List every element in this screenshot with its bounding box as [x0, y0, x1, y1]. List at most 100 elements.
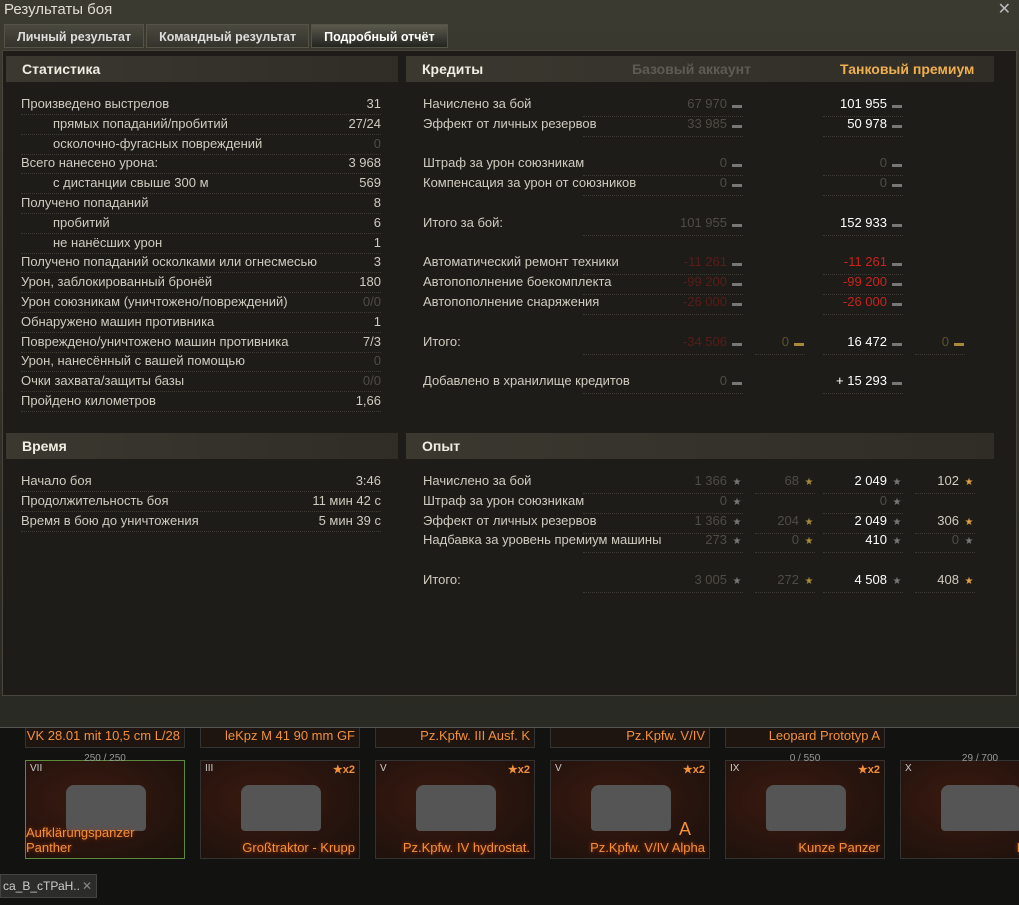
premium-xp-text: 2 049	[854, 473, 887, 488]
base-free-xp: 0 ★	[755, 530, 815, 554]
premium-credits: 50 978 ▬	[823, 114, 903, 137]
tank-image	[241, 785, 321, 831]
premium-xp: 410 ★	[823, 530, 903, 554]
vehicle-name: Aufklärungspanzer Panther	[26, 825, 135, 855]
stat-row: Повреждено/уничтожено машин противника 7/…	[21, 332, 381, 353]
base-credits: -26 000 ▬	[583, 292, 743, 315]
vehicle-card[interactable]: VII 250 / 250 Aufklärungspanzer Panther	[25, 753, 185, 859]
credits-icon: ▬	[732, 218, 742, 230]
double-xp-badge: ★x2	[683, 763, 705, 776]
credits-icon: ▬	[732, 337, 742, 349]
vehicle-card-top[interactable]: Pz.Kpfw. III Ausf. K	[375, 728, 535, 748]
vehicle-card[interactable]: V ★x2 Pz.Kpfw. IV hydrostat.	[375, 760, 535, 859]
vehicle-name: Pz.Kpfw. V/IV Alpha	[590, 840, 705, 855]
base-xp: 3 005 ★	[583, 570, 743, 593]
close-icon[interactable]: ✕	[998, 0, 1011, 19]
elite-badge: A	[678, 819, 691, 839]
credits-label: Итого:	[423, 333, 461, 349]
base-credits-text: 0	[719, 175, 727, 191]
credits-row: Эффект от личных резервов 33 985 ▬ 50 978 ▬	[423, 114, 983, 137]
tab-personal-result[interactable]: Личный результат	[4, 24, 145, 48]
report-panel: Статистика Произведено выстрелов 31 прямых…	[2, 50, 1017, 696]
star-icon: ★	[857, 764, 868, 776]
stat-value: 1,66	[21, 391, 381, 412]
credits-icon: ▬	[892, 337, 902, 349]
base-account-header: Базовый аккаунт	[632, 61, 751, 77]
stat-value: 31	[21, 94, 381, 115]
vehicle-card[interactable]: IX ★x2 0 / 550 Kunze Panzer	[725, 753, 885, 859]
base-credits-text: -34 506	[682, 333, 727, 349]
credits-icon: ▬	[732, 119, 742, 131]
stat-value: 3 968	[21, 153, 381, 175]
premium-credits: 152 933 ▬	[823, 213, 903, 236]
close-icon[interactable]: ✕	[82, 875, 92, 897]
time-header: Время	[6, 433, 398, 459]
stat-row: Урон, нанесённый с вашей помощью 0	[21, 351, 381, 373]
credits-row: Добавлено в хранилище кредитов 0 ▬ + 15 293…	[423, 371, 983, 395]
premium-credits-text: -26 000	[842, 294, 887, 309]
stat-row: Пройдено километров 1,66	[21, 391, 381, 412]
premium-gold-text: 0	[941, 333, 949, 349]
vehicle-card-top[interactable]: VK 28.01 mit 10,5 cm L/28	[25, 728, 185, 748]
tab-detailed-report[interactable]: Подробный отчёт	[311, 24, 448, 48]
vehicle-card-top[interactable]: Pz.Kpfw. V/IV	[550, 728, 710, 748]
star-free-xp-icon: ★	[964, 536, 974, 548]
tier-label: V	[555, 763, 562, 774]
base-credits-text: 67 970	[687, 96, 727, 111]
vehicle-card[interactable]: V ★x2 A Pz.Kpfw. V/IV Alpha	[550, 760, 710, 859]
credits-section: Кредиты Базовый аккаунт Танковый премиум…	[406, 56, 994, 406]
star-icon: ★	[507, 764, 518, 776]
star-icon: ★	[332, 764, 343, 776]
experience-header: Опыт	[406, 433, 994, 459]
premium-credits-text: -99 200	[842, 274, 887, 290]
premium-free-xp-text: 306	[937, 512, 959, 528]
credits-row: Начислено за бой 67 970 ▬ 101 955 ▬	[423, 94, 983, 117]
base-free-xp-text: 204	[777, 512, 799, 528]
tab-team-result[interactable]: Командный результат	[146, 24, 310, 48]
premium-credits: 0 ▬	[823, 173, 903, 197]
double-xp-badge: ★x2	[508, 763, 530, 776]
stat-row: Всего нанесено урона: 3 968	[21, 153, 381, 175]
stat-value: 3:46	[21, 471, 381, 492]
credits-icon: ▬	[732, 298, 742, 309]
stat-value: 0	[21, 351, 381, 373]
stat-value: 27/24	[21, 114, 381, 135]
base-credits-text: 33 985	[687, 115, 727, 131]
base-xp-text: 0	[719, 492, 727, 508]
credits-row: Автоматический ремонт техники -11 261 ▬ -11…	[423, 252, 983, 276]
battle-results-window: Результаты боя ✕ Личный результат Команд…	[0, 0, 1019, 728]
vehicle-card[interactable]: X29 / 700E 50 A	[900, 753, 1019, 859]
star-free-xp-icon: ★	[804, 576, 814, 587]
gold-icon: ▬	[954, 337, 964, 349]
premium-free-xp-text: 0	[951, 532, 959, 548]
stat-value: 5 мин 39 с	[21, 511, 381, 532]
stat-row: Получено попаданий 8	[21, 193, 381, 214]
base-credits: 101 955 ▬	[583, 213, 743, 236]
chat-channel-tab[interactable]: са_В_сТРаН.. ✕	[0, 874, 97, 898]
stat-value: 0/0	[21, 371, 381, 393]
premium-free-xp-text: 102	[937, 473, 959, 488]
premium-credits-text: 50 978	[847, 115, 887, 131]
premium-xp: 4 508 ★	[823, 570, 903, 593]
statistics-header: Статистика	[6, 56, 398, 82]
experience-label: Штраф за урон союзникам	[423, 492, 585, 508]
vehicle-card-top[interactable]: Leopard Prototyp A	[725, 728, 885, 748]
vehicle-carousel: VK 28.01 mit 10,5 cm L/28 leKpz M 41 90 m…	[0, 728, 1019, 868]
gold-icon: ▬	[794, 337, 804, 349]
star-free-xp-icon: ★	[964, 576, 974, 587]
stat-row: прямых попаданий/пробитий 27/24	[21, 114, 381, 135]
stat-value: 1	[21, 233, 381, 254]
base-gold: 0 ▬	[755, 332, 805, 355]
base-free-xp: 272 ★	[755, 570, 815, 593]
credits-label: Эффект от личных резервов	[423, 115, 597, 131]
vehicle-name: Großtraktor - Krupp	[242, 840, 355, 855]
window-title: Результаты боя	[4, 1, 113, 18]
vehicle-card-top[interactable]: leKpz M 41 90 mm GF	[200, 728, 360, 748]
vehicle-card[interactable]: III ★x2 Großtraktor - Krupp	[200, 760, 360, 859]
tab-bar: Личный результат Командный результат Под…	[4, 24, 448, 48]
premium-credits-text: 152 933	[840, 214, 887, 230]
x2-label: x2	[867, 764, 880, 776]
experience-row: Штраф за урон союзникам 0 ★ 0 ★	[423, 491, 983, 514]
experience-label: Итого:	[423, 572, 461, 587]
credits-title: Кредиты	[422, 61, 484, 77]
